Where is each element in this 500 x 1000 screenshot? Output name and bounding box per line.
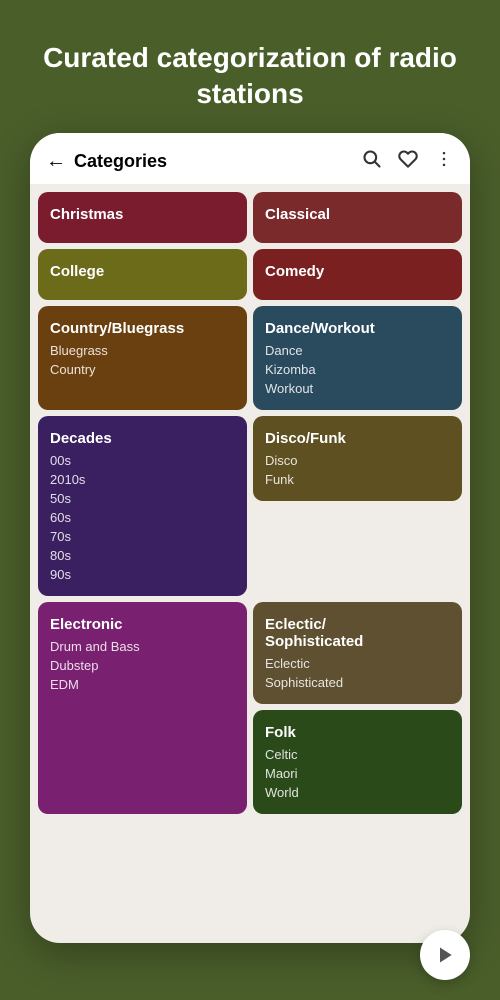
search-icon[interactable] [362, 149, 382, 174]
card-decades-sub3: 50s [50, 491, 235, 506]
card-electronic-sub3: EDM [50, 677, 235, 692]
card-disco-sub1: Disco [265, 453, 450, 468]
card-folk-sub2: Maori [265, 766, 450, 781]
phone-frame: ← Categories [30, 133, 470, 943]
heart-icon[interactable] [398, 149, 418, 174]
card-folk-sub3: World [265, 785, 450, 800]
card-college[interactable]: College [38, 249, 247, 300]
nav-bar: ← Categories [30, 133, 470, 184]
card-folk-sub1: Celtic [265, 747, 450, 762]
card-christmas-title: Christmas [50, 206, 235, 223]
card-country[interactable]: Country/Bluegrass Bluegrass Country [38, 306, 247, 410]
card-eclectic-sub2: Sophisticated [265, 675, 450, 690]
card-decades-sub4: 60s [50, 510, 235, 525]
card-electronic-title: Electronic [50, 616, 235, 633]
card-electronic[interactable]: Electronic Drum and Bass Dubstep EDM [38, 602, 247, 814]
nav-title: Categories [74, 151, 362, 172]
card-decades[interactable]: Decades 00s 2010s 50s 60s 70s 80s 90s [38, 416, 247, 596]
card-comedy[interactable]: Comedy [253, 249, 462, 300]
card-disco-sub2: Funk [265, 472, 450, 487]
card-comedy-title: Comedy [265, 263, 450, 280]
nav-icons [362, 149, 454, 174]
card-eclectic-sub1: Eclectic [265, 656, 450, 671]
card-decades-title: Decades [50, 430, 235, 447]
card-decades-sub2: 2010s [50, 472, 235, 487]
categories-grid: Christmas Classical College Comedy Count… [38, 192, 462, 596]
card-folk-title: Folk [265, 724, 450, 741]
card-country-title: Country/Bluegrass [50, 320, 235, 337]
fab-button[interactable] [420, 930, 470, 980]
page-title: Curated categorization of radio stations [30, 40, 470, 113]
card-dance-sub3: Workout [265, 381, 450, 396]
card-christmas[interactable]: Christmas [38, 192, 247, 243]
card-eclectic-title: Eclectic/Sophisticated [265, 616, 450, 650]
card-classical[interactable]: Classical [253, 192, 462, 243]
card-dance-sub1: Dance [265, 343, 450, 358]
card-classical-title: Classical [265, 206, 450, 223]
card-country-sub1: Bluegrass [50, 343, 235, 358]
card-decades-sub5: 70s [50, 529, 235, 544]
card-disco[interactable]: Disco/Funk Disco Funk [253, 416, 462, 501]
card-folk[interactable]: Folk Celtic Maori World [253, 710, 462, 814]
categories-grid-2: Electronic Drum and Bass Dubstep EDM Ecl… [38, 602, 462, 814]
card-disco-title: Disco/Funk [265, 430, 450, 447]
card-decades-sub7: 90s [50, 567, 235, 582]
categories-list: Christmas Classical College Comedy Count… [30, 184, 470, 934]
card-dance[interactable]: Dance/Workout Dance Kizomba Workout [253, 306, 462, 410]
card-dance-title: Dance/Workout [265, 320, 450, 337]
back-button[interactable]: ← [46, 150, 66, 173]
card-decades-sub1: 00s [50, 453, 235, 468]
card-electronic-sub1: Drum and Bass [50, 639, 235, 654]
card-college-title: College [50, 263, 235, 280]
card-eclectic[interactable]: Eclectic/Sophisticated Eclectic Sophisti… [253, 602, 462, 704]
card-dance-sub2: Kizomba [265, 362, 450, 377]
more-icon[interactable] [434, 149, 454, 174]
card-country-sub2: Country [50, 362, 235, 377]
card-electronic-sub2: Dubstep [50, 658, 235, 673]
card-decades-sub6: 80s [50, 548, 235, 563]
